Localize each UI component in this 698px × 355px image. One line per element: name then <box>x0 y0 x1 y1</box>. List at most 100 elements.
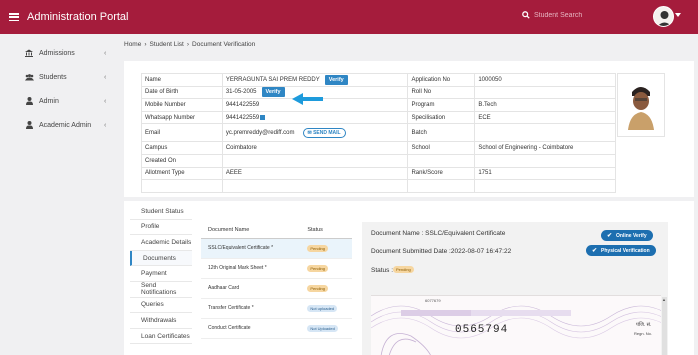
search-bar <box>522 11 614 19</box>
breadcrumb-home[interactable]: Home <box>124 41 141 48</box>
status-cell: Pending <box>300 238 352 259</box>
table-row[interactable]: SSLC/Equivalent Certificate * Pending <box>201 238 352 259</box>
table-row: Mobile Number 9441422559 Program B.Tech <box>141 98 616 112</box>
whatsapp-value: 9441422559 <box>225 114 260 121</box>
column-header: Status <box>300 222 352 239</box>
chevron-left-icon: ‹ <box>104 121 107 129</box>
table-row: Email yc.premreddy@rediff.com ✉ SEND MAIL… <box>141 123 616 143</box>
tab-student-status[interactable]: Student Status <box>130 204 192 220</box>
empty-cell <box>474 179 616 193</box>
status-badge: Pending <box>307 264 329 272</box>
empty-cell <box>474 153 616 168</box>
status-badge: Not Uploaded <box>307 324 338 332</box>
document-name: Aadhaar Card <box>201 278 301 299</box>
sidebar-item-label: Academic Admin <box>39 121 92 129</box>
empty-cell <box>407 153 476 168</box>
send-mail-button[interactable]: ✉ SEND MAIL <box>302 127 346 138</box>
allotment-label: Allotment Type <box>141 166 223 181</box>
document-name: Conduct Certificate <box>201 318 301 339</box>
checkbox-icon[interactable] <box>260 114 266 120</box>
document-name: Transfer Certificate * <box>201 298 301 319</box>
preview-scrollbar[interactable] <box>662 297 667 355</box>
sidebar-item-admissions[interactable]: Admissions ‹ <box>0 44 118 62</box>
user-icon <box>24 97 34 105</box>
sidebar-item-admin[interactable]: Admin ‹ <box>0 92 118 110</box>
certificate-pattern-icon <box>371 296 661 355</box>
regn-no-label: Regn. No. <box>634 331 653 336</box>
tab-documents[interactable]: Documents <box>130 250 192 267</box>
name-cell: YERRAGUNTA SAI PREM REDDY Verify <box>221 73 409 87</box>
email-label: Email <box>141 123 223 143</box>
chevron-left-icon: ‹ <box>104 97 107 105</box>
sidebar-item-label: Admissions <box>39 49 75 57</box>
tab-academic-details[interactable]: Academic Details <box>130 235 192 251</box>
status-badge: Pending <box>307 284 329 292</box>
tab-payment[interactable]: Payment <box>130 266 192 282</box>
empty-cell <box>407 179 476 193</box>
breadcrumb-separator: › <box>144 41 147 48</box>
whatsapp-label: Whatsapp Number <box>141 110 223 125</box>
document-status-badge: Pending <box>393 266 414 273</box>
tab-loan-certificates[interactable]: Loan Certificates <box>130 329 192 345</box>
tab-profile[interactable]: Profile <box>130 220 192 236</box>
document-name: SSLC/Equivalent Certificate * <box>201 238 301 259</box>
tab-send-notifications[interactable]: Send Notifications <box>130 282 192 298</box>
breadcrumb: Home › Student List › Document Verification <box>124 41 258 48</box>
physical-verification-label: Physical Verification <box>601 247 650 254</box>
search-input[interactable] <box>534 11 614 19</box>
table-row: Whatsapp Number 9441422559 Specilisation… <box>141 110 616 125</box>
arrow-annotation-icon <box>292 93 323 105</box>
rank-label: Rank/Score <box>407 166 476 181</box>
school-label: School <box>407 141 476 155</box>
email-cell: yc.premreddy@rediff.com ✉ SEND MAIL <box>221 123 409 143</box>
app-title: Administration Portal <box>27 11 129 23</box>
tab-withdrawals[interactable]: Withdrawals <box>130 313 192 329</box>
table-row[interactable]: 12th Original Mark Sheet * Pending <box>201 258 352 279</box>
menu-icon[interactable] <box>9 13 19 21</box>
document-preview <box>371 295 661 355</box>
user-avatar[interactable] <box>653 6 674 27</box>
document-date-text: Document Submitted Date :2022-08-07 16:4… <box>371 248 512 255</box>
verify-name-button[interactable]: Verify <box>324 74 348 85</box>
document-name: 12th Original Mark Sheet * <box>201 258 301 279</box>
user-menu-caret-icon[interactable] <box>675 13 681 17</box>
document-status-label: Status : <box>371 267 394 274</box>
sidebar: Admissions ‹ Students ‹ Admin ‹ Academic… <box>0 34 118 355</box>
status-cell: Not uploaded <box>300 298 352 319</box>
empty-cell <box>221 179 409 193</box>
sidebar-item-academic-admin[interactable]: Academic Admin ‹ <box>0 116 118 134</box>
app-no-value: 1000050 <box>474 73 616 87</box>
online-verify-button[interactable]: ✔ Online Verify <box>601 230 653 241</box>
online-verify-label: Online Verify <box>616 232 647 239</box>
dob-label: Date of Birth <box>141 85 223 100</box>
scroll-up-icon[interactable]: ▲ <box>662 297 666 302</box>
allotment-value: AEEE <box>221 166 409 181</box>
status-badge: Not uploaded <box>307 304 338 312</box>
certificate-number: 0565794 <box>455 324 509 336</box>
rank-value: 1751 <box>474 166 616 181</box>
tab-queries[interactable]: Queries <box>130 298 192 314</box>
table-row[interactable]: Aadhaar Card Pending <box>201 278 352 299</box>
email-value: yc.premreddy@rediff.com <box>225 129 295 136</box>
breadcrumb-student-list[interactable]: Student List <box>150 41 184 48</box>
table-row: Date of Birth 31-05-2005 Verify Roll No <box>141 85 616 100</box>
empty-cell <box>141 179 223 193</box>
document-name-text: Document Name : SSLC/Equivalent Certific… <box>371 230 506 237</box>
sidebar-item-students[interactable]: Students ‹ <box>0 68 118 86</box>
mobile-label: Mobile Number <box>141 98 223 112</box>
users-icon <box>24 73 34 81</box>
program-value: B.Tech <box>474 98 616 112</box>
bank-icon <box>24 49 34 57</box>
status-badge: Pending <box>307 244 329 252</box>
chevron-left-icon: ‹ <box>104 73 107 81</box>
verify-dob-button[interactable]: Verify <box>261 87 285 98</box>
physical-verification-button[interactable]: ✔ Physical Verification <box>586 245 656 256</box>
table-row[interactable]: Transfer Certificate * Not uploaded <box>201 298 352 319</box>
whatsapp-cell: 9441422559 <box>221 110 409 125</box>
table-row[interactable]: Conduct Certificate Not Uploaded <box>201 318 352 339</box>
table-row: Created On <box>141 153 616 168</box>
user-icon <box>24 121 34 129</box>
spec-value: ECE <box>474 110 616 125</box>
campus-value: Coimbatore <box>221 141 409 155</box>
status-cell: Pending <box>300 258 352 279</box>
